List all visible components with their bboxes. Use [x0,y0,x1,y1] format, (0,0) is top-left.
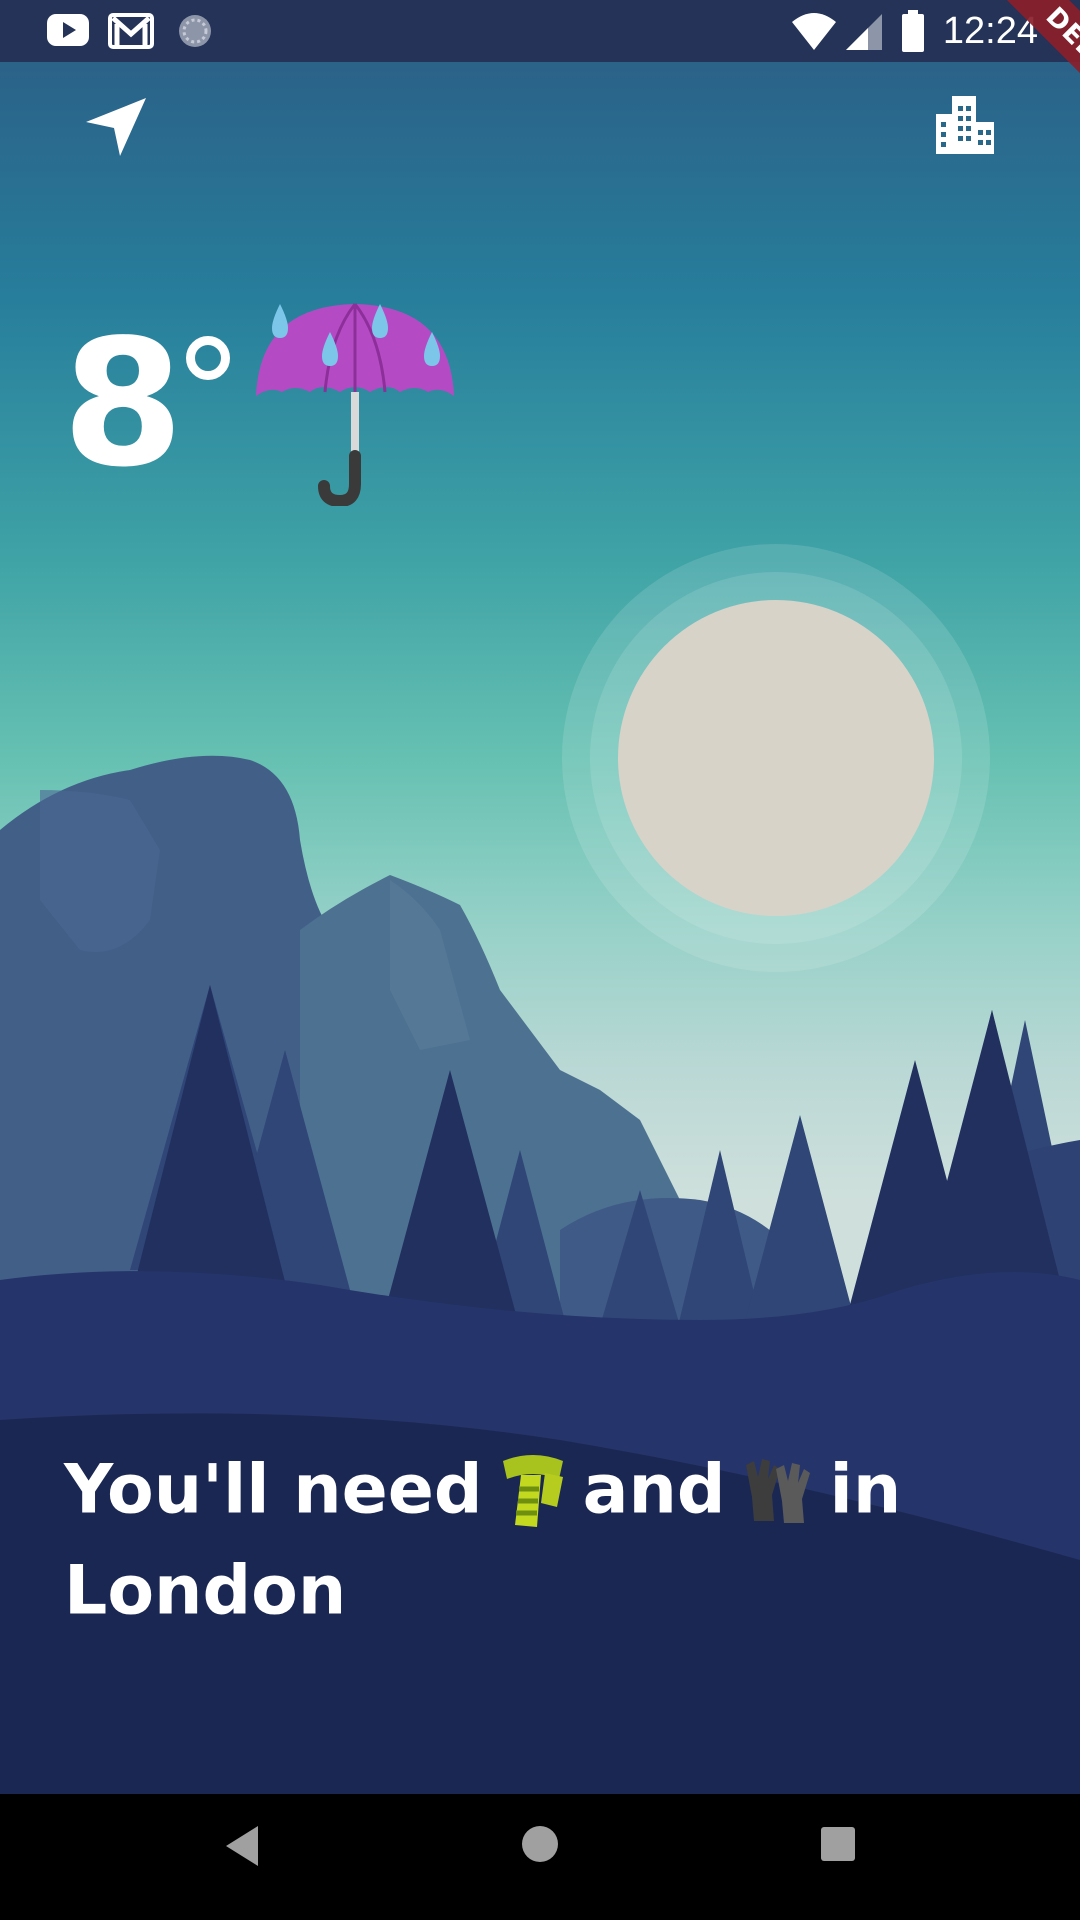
city-icon[interactable] [934,92,996,156]
moon-icon [562,544,990,972]
gmail-icon [108,13,154,49]
scarf-icon [502,1455,563,1528]
degree-symbol [186,336,230,380]
city-name: London [64,1551,347,1631]
umbrella-with-rain-icon [256,303,454,506]
clothing-recommendation: You'll need and in London [64,1438,1024,1641]
message-prefix: You'll need [64,1450,483,1530]
wifi-icon [792,13,836,50]
gloves-icon [745,1459,810,1524]
cellular-signal-icon [846,14,882,50]
temperature-value: 8 [62,303,184,506]
weather-screen: 12:24 DEBUG 8 You'll need and in London [0,0,1080,1920]
recents-icon[interactable] [818,1824,858,1864]
sync-icon [179,15,211,47]
home-icon[interactable] [520,1824,560,1864]
back-icon[interactable] [222,1824,262,1868]
navigation-arrow-icon[interactable] [84,96,148,158]
system-nav-bar [0,1794,1080,1920]
youtube-icon [47,14,89,46]
status-bar: 12:24 [0,0,1080,62]
message-connector: and [582,1450,726,1530]
message-suffix: in [829,1450,902,1530]
battery-icon [902,10,924,52]
